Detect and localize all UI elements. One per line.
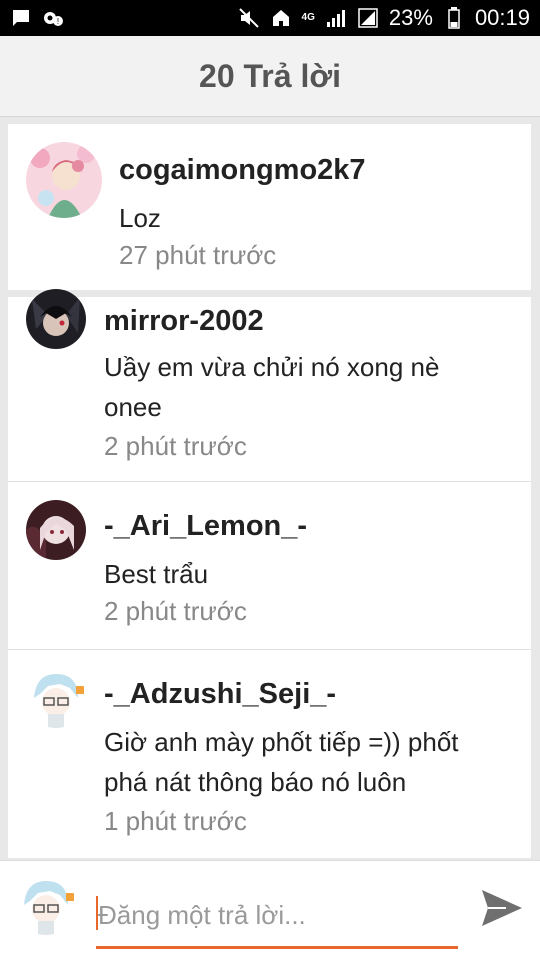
avatar[interactable] (26, 668, 86, 728)
clock: 00:19 (474, 5, 530, 30)
reply-item[interactable]: cogaimongmo2k7 Loz 27 phút trước (8, 124, 531, 290)
message-icon (10, 7, 32, 29)
reply-item[interactable]: -_Ari_Lemon_- Best trẩu 2 phút trước (8, 482, 531, 649)
reply-composer (0, 860, 540, 961)
text-cursor (96, 896, 98, 930)
signal-icon (325, 7, 347, 29)
reply-text: Uầy em vừa chửi nó xong nè onee (104, 352, 440, 422)
network-type: 4G (301, 12, 315, 23)
username[interactable]: -_Ari_Lemon_- (104, 510, 307, 543)
reply-input[interactable] (96, 885, 458, 949)
header: 20 Trả lời (0, 36, 540, 117)
reply-item[interactable]: -_Adzushi_Seji_- Giờ anh mày phốt tiếp =… (8, 650, 531, 858)
reply-text: Loz (119, 203, 161, 233)
reply-text: Giờ anh mày phốt tiếp =)) phốt phá nát t… (104, 727, 459, 797)
current-user-avatar[interactable] (16, 875, 76, 935)
username[interactable]: mirror-2002 (104, 305, 264, 338)
avatar[interactable] (26, 142, 102, 218)
send-icon (482, 890, 522, 926)
reply-text: Best trẩu (104, 559, 209, 589)
avatar[interactable] (26, 289, 86, 349)
settings-notification-icon: ! (42, 7, 64, 29)
signal-full-icon (357, 7, 379, 29)
username[interactable]: -_Adzushi_Seji_- (104, 678, 336, 711)
page-title: 20 Trả lời (199, 57, 341, 94)
timestamp: 1 phút trước (104, 806, 247, 836)
home-icon (270, 7, 292, 29)
username[interactable]: cogaimongmo2k7 (119, 154, 366, 187)
battery-percent: 23% (388, 5, 433, 30)
reply-item[interactable]: mirror-2002 Uầy em vừa chửi nó xong nè o… (8, 289, 531, 481)
status-bar: ! 4G 23% 00:19 (0, 0, 540, 36)
battery-icon (443, 7, 465, 29)
timestamp: 2 phút trước (104, 596, 247, 626)
timestamp: 2 phút trước (104, 431, 247, 461)
send-button[interactable] (478, 884, 526, 932)
timestamp: 27 phút trước (119, 240, 277, 270)
svg-text:!: ! (57, 17, 59, 26)
reply-list[interactable]: cogaimongmo2k7 Loz 27 phút trước mirror-… (8, 124, 531, 858)
avatar[interactable] (26, 500, 86, 560)
mute-icon (238, 7, 260, 29)
